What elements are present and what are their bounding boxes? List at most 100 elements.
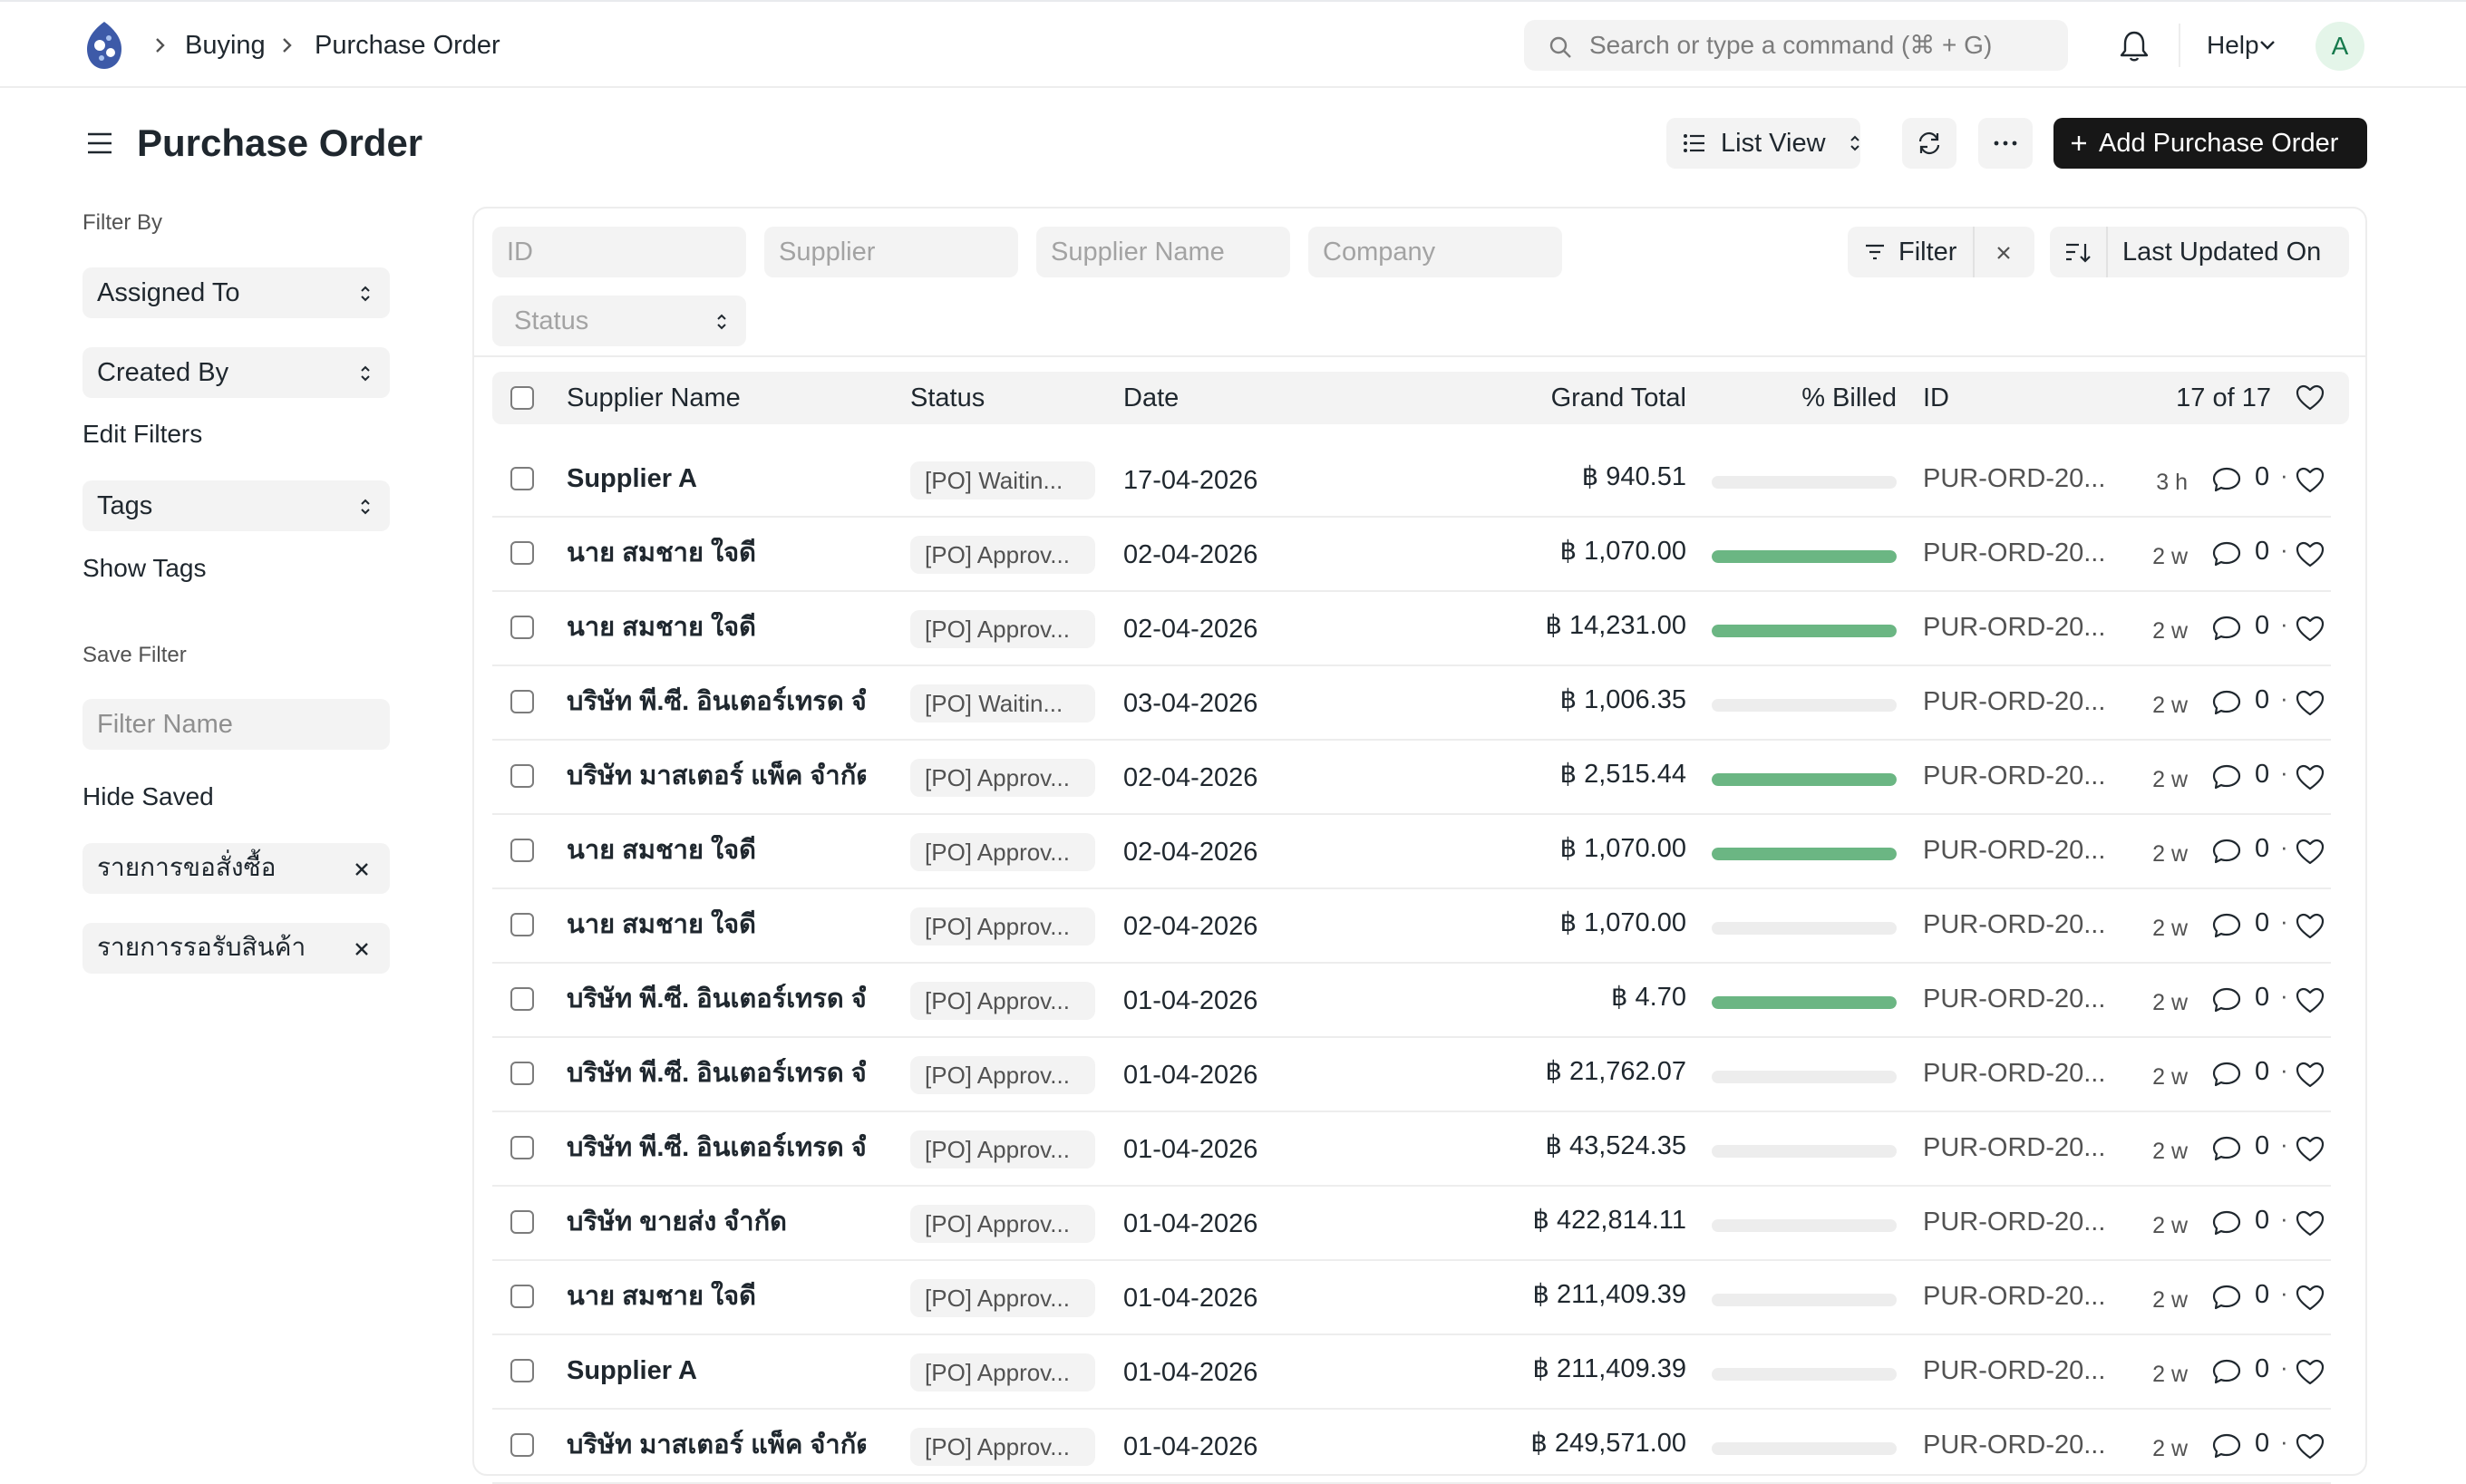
heart-icon[interactable] bbox=[2295, 467, 2325, 494]
table-row[interactable]: บริษัท พี.ซี. อินเตอร์เทรด จำกัด [PO] Wai… bbox=[492, 666, 2349, 741]
more-actions-button[interactable] bbox=[1978, 118, 2033, 169]
bell-icon[interactable] bbox=[2118, 29, 2150, 63]
tags-select[interactable]: Tags bbox=[83, 480, 390, 531]
row-checkbox[interactable] bbox=[510, 690, 534, 713]
column-header-grand-total[interactable]: Grand Total bbox=[1381, 383, 1686, 413]
supplier-name-cell[interactable]: Supplier A bbox=[567, 463, 866, 494]
comment-icon[interactable] bbox=[2211, 762, 2242, 791]
comment-icon[interactable] bbox=[2211, 1060, 2242, 1089]
company-filter-input[interactable]: Company bbox=[1308, 227, 1562, 277]
breadcrumb-purchase-order[interactable]: Purchase Order bbox=[315, 29, 500, 62]
heart-icon[interactable] bbox=[2295, 987, 2325, 1014]
supplier-name-cell[interactable]: นาย สมชาย ใจดี bbox=[567, 1281, 866, 1312]
add-purchase-order-button[interactable]: Add Purchase Order bbox=[2053, 118, 2367, 169]
supplier-name-cell[interactable]: นาย สมชาย ใจดี bbox=[567, 835, 866, 866]
row-checkbox[interactable] bbox=[510, 839, 534, 862]
comment-icon[interactable] bbox=[2211, 1431, 2242, 1460]
comment-icon[interactable] bbox=[2211, 688, 2242, 717]
table-row[interactable]: บริษัท ขายส่ง จำกัด [PO] Approv... 01-04-2… bbox=[492, 1187, 2349, 1261]
saved-filter-chip[interactable]: รายการขอสั่งซื้อ bbox=[83, 843, 390, 894]
select-all-checkbox[interactable] bbox=[510, 386, 534, 410]
comment-icon[interactable] bbox=[2211, 1134, 2242, 1163]
comment-icon[interactable] bbox=[2211, 465, 2242, 494]
comment-icon[interactable] bbox=[2211, 911, 2242, 940]
heart-icon[interactable] bbox=[2295, 541, 2325, 568]
clear-filter-icon[interactable] bbox=[1995, 245, 2012, 261]
app-logo[interactable] bbox=[82, 20, 127, 71]
table-row[interactable]: นาย สมชาย ใจดี [PO] Approv... 02-04-2026 ฿ … bbox=[492, 592, 2349, 666]
supplier-name-cell[interactable]: บริษัท ขายส่ง จำกัด bbox=[567, 1207, 866, 1237]
heart-icon[interactable] bbox=[2295, 1433, 2325, 1460]
comment-icon[interactable] bbox=[2211, 539, 2242, 568]
table-row[interactable]: บริษัท พี.ซี. อินเตอร์เทรด จำกัด [PO] App… bbox=[492, 964, 2349, 1038]
avatar[interactable]: A bbox=[2316, 22, 2364, 71]
column-header-id[interactable]: ID bbox=[1923, 383, 1949, 413]
filter-button[interactable]: Filter bbox=[1848, 227, 1973, 277]
table-row[interactable]: Supplier A [PO] Approv... 01-04-2026 ฿ 211,… bbox=[492, 1335, 2349, 1410]
supplier-name-filter-input[interactable]: Supplier Name bbox=[1036, 227, 1290, 277]
column-header-supplier-name[interactable]: Supplier Name bbox=[567, 383, 741, 413]
row-checkbox[interactable] bbox=[510, 541, 534, 565]
heart-icon[interactable] bbox=[2295, 913, 2325, 940]
sidebar-toggle-icon[interactable] bbox=[86, 131, 113, 156]
created-by-select[interactable]: Created By bbox=[83, 347, 390, 398]
row-checkbox[interactable] bbox=[510, 1210, 534, 1234]
comment-icon[interactable] bbox=[2211, 837, 2242, 866]
heart-icon[interactable] bbox=[2295, 1062, 2325, 1089]
row-checkbox[interactable] bbox=[510, 616, 534, 639]
heart-icon[interactable] bbox=[2295, 384, 2325, 412]
close-icon[interactable] bbox=[354, 941, 370, 957]
row-checkbox[interactable] bbox=[510, 1359, 534, 1382]
refresh-button[interactable] bbox=[1902, 118, 1956, 169]
list-view-button[interactable]: List View bbox=[1666, 118, 1860, 169]
column-header-date[interactable]: Date bbox=[1123, 383, 1179, 413]
column-header-billed[interactable]: % Billed bbox=[1712, 383, 1897, 413]
supplier-name-cell[interactable]: บริษัท พี.ซี. อินเตอร์เทรด จำกัด bbox=[567, 984, 866, 1014]
table-row[interactable]: บริษัท มาสเตอร์ แพ็ค จำกัด [PO] Approv...… bbox=[492, 741, 2349, 815]
supplier-name-cell[interactable]: บริษัท พี.ซี. อินเตอร์เทรด จำกัด bbox=[567, 686, 866, 717]
row-checkbox[interactable] bbox=[510, 1433, 534, 1457]
heart-icon[interactable] bbox=[2295, 1285, 2325, 1312]
row-checkbox[interactable] bbox=[510, 1136, 534, 1159]
comment-icon[interactable] bbox=[2211, 1208, 2242, 1237]
sort-by-button[interactable]: Last Updated On bbox=[2122, 236, 2321, 268]
supplier-name-cell[interactable]: บริษัท มาสเตอร์ แพ็ค จำกัด bbox=[567, 1430, 866, 1460]
supplier-name-cell[interactable]: บริษัท พี.ซี. อินเตอร์เทรด จำกัด bbox=[567, 1058, 866, 1089]
heart-icon[interactable] bbox=[2295, 1359, 2325, 1386]
row-checkbox[interactable] bbox=[510, 764, 534, 788]
assigned-to-select[interactable]: Assigned To bbox=[83, 267, 390, 318]
heart-icon[interactable] bbox=[2295, 690, 2325, 717]
table-row[interactable]: นาย สมชาย ใจดี [PO] Approv... 02-04-2026 ฿ … bbox=[492, 889, 2349, 964]
sort-order-icon[interactable] bbox=[2064, 241, 2092, 265]
row-checkbox[interactable] bbox=[510, 913, 534, 936]
comment-icon[interactable] bbox=[2211, 614, 2242, 643]
heart-icon[interactable] bbox=[2295, 1210, 2325, 1237]
edit-filters-link[interactable]: Edit Filters bbox=[83, 419, 202, 450]
supplier-name-cell[interactable]: นาย สมชาย ใจดี bbox=[567, 909, 866, 940]
row-checkbox[interactable] bbox=[510, 1285, 534, 1308]
row-checkbox[interactable] bbox=[510, 987, 534, 1011]
row-checkbox[interactable] bbox=[510, 1062, 534, 1085]
row-checkbox[interactable] bbox=[510, 467, 534, 490]
supplier-name-cell[interactable]: บริษัท มาสเตอร์ แพ็ค จำกัด bbox=[567, 761, 866, 791]
saved-filter-chip[interactable]: รายการรอรับสินค้า bbox=[83, 923, 390, 974]
supplier-name-cell[interactable]: บริษัท พี.ซี. อินเตอร์เทรด จำกัด bbox=[567, 1132, 866, 1163]
heart-icon[interactable] bbox=[2295, 764, 2325, 791]
comment-icon[interactable] bbox=[2211, 1357, 2242, 1386]
table-row[interactable]: Supplier A [PO] Waitin... 17-04-2026 ฿ 940.… bbox=[492, 443, 2349, 518]
breadcrumb-buying[interactable]: Buying bbox=[185, 29, 266, 62]
supplier-name-cell[interactable]: นาย สมชาย ใจดี bbox=[567, 538, 866, 568]
help-menu[interactable]: Help bbox=[2207, 29, 2259, 62]
comment-icon[interactable] bbox=[2211, 985, 2242, 1014]
table-row[interactable]: นาย สมชาย ใจดี [PO] Approv... 01-04-2026 ฿ … bbox=[492, 1261, 2349, 1335]
heart-icon[interactable] bbox=[2295, 1136, 2325, 1163]
supplier-name-cell[interactable]: นาย สมชาย ใจดี bbox=[567, 612, 866, 643]
supplier-filter-input[interactable]: Supplier bbox=[764, 227, 1018, 277]
column-header-status[interactable]: Status bbox=[910, 383, 985, 413]
chevron-down-icon[interactable] bbox=[2257, 38, 2277, 53]
supplier-name-cell[interactable]: Supplier A bbox=[567, 1355, 866, 1386]
close-icon[interactable] bbox=[354, 861, 370, 878]
filter-name-input[interactable]: Filter Name bbox=[83, 699, 390, 750]
heart-icon[interactable] bbox=[2295, 839, 2325, 866]
heart-icon[interactable] bbox=[2295, 616, 2325, 643]
